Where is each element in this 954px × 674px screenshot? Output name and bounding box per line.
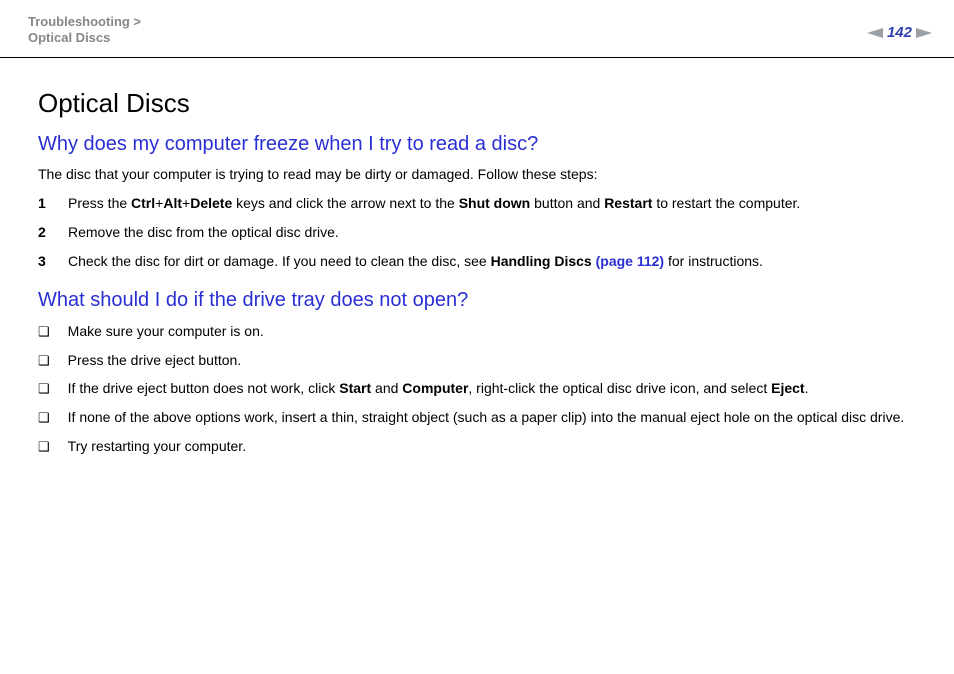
ui-label: Start: [339, 380, 371, 396]
section2-heading: What should I do if the drive tray does …: [38, 289, 916, 312]
step-text: Check the disc for dirt or damage. If yo…: [68, 252, 763, 271]
breadcrumb-line1: Troubleshooting >: [28, 14, 141, 29]
document-page: Troubleshooting > Optical Discs 142 Opti…: [0, 0, 954, 674]
list-item: ❑ If none of the above options work, ins…: [38, 408, 916, 427]
item-text: Make sure your computer is on.: [68, 322, 264, 341]
breadcrumb-line2: Optical Discs: [28, 30, 110, 45]
text-fragment: and: [371, 380, 402, 396]
step-number: 3: [38, 252, 50, 271]
bullet-box-icon: ❑: [38, 323, 50, 341]
text-fragment: for instructions.: [664, 253, 763, 269]
section2-items: ❑ Make sure your computer is on. ❑ Press…: [38, 322, 916, 456]
nav-prev-icon[interactable]: [867, 28, 883, 38]
step-number: 2: [38, 223, 50, 242]
page-number: 142: [887, 24, 912, 41]
page-content: Optical Discs Why does my computer freez…: [0, 58, 954, 456]
item-text: If the drive eject button does not work,…: [68, 379, 809, 398]
bullet-box-icon: ❑: [38, 380, 50, 398]
ui-label: Shut down: [459, 195, 531, 211]
list-item: ❑ Press the drive eject button.: [38, 351, 916, 370]
text-fragment: to restart the computer.: [652, 195, 800, 211]
ui-label: Eject: [771, 380, 804, 396]
text-fragment: Press the: [68, 195, 131, 211]
text-fragment: , right-click the optical disc drive ico…: [468, 380, 771, 396]
text-fragment: button and: [530, 195, 604, 211]
key-label: Alt: [163, 195, 182, 211]
bullet-box-icon: ❑: [38, 409, 50, 427]
page-ref-link[interactable]: (page 112): [596, 253, 664, 269]
list-item: ❑ If the drive eject button does not wor…: [38, 379, 916, 398]
section1-heading: Why does my computer freeze when I try t…: [38, 133, 916, 156]
item-text: If none of the above options work, inser…: [68, 408, 905, 427]
bullet-box-icon: ❑: [38, 352, 50, 370]
list-item: ❑ Try restarting your computer.: [38, 437, 916, 456]
item-text: Press the drive eject button.: [68, 351, 242, 370]
nav-next-icon[interactable]: [916, 28, 932, 38]
step-number: 1: [38, 194, 50, 213]
list-item: ❑ Make sure your computer is on.: [38, 322, 916, 341]
page-header: Troubleshooting > Optical Discs 142: [0, 0, 954, 58]
step-3: 3 Check the disc for dirt or damage. If …: [38, 252, 916, 271]
breadcrumb: Troubleshooting > Optical Discs: [28, 14, 934, 46]
step-1: 1 Press the Ctrl+Alt+Delete keys and cli…: [38, 194, 916, 213]
text-fragment: +: [182, 195, 190, 211]
step-2: 2 Remove the disc from the optical disc …: [38, 223, 916, 242]
page-title: Optical Discs: [38, 88, 916, 119]
ui-label: Restart: [604, 195, 652, 211]
key-label: Delete: [190, 195, 232, 211]
text-fragment: If the drive eject button does not work,…: [68, 380, 340, 396]
bullet-box-icon: ❑: [38, 438, 50, 456]
section1-steps: 1 Press the Ctrl+Alt+Delete keys and cli…: [38, 194, 916, 271]
text-fragment: Check the disc for dirt or damage. If yo…: [68, 253, 491, 269]
section1-intro: The disc that your computer is trying to…: [38, 166, 916, 182]
page-number-nav: 142: [867, 24, 932, 41]
step-text: Press the Ctrl+Alt+Delete keys and click…: [68, 194, 800, 213]
key-label: Ctrl: [131, 195, 155, 211]
text-fragment: .: [805, 380, 809, 396]
step-text: Remove the disc from the optical disc dr…: [68, 223, 339, 242]
ui-label: Computer: [402, 380, 468, 396]
text-fragment: keys and click the arrow next to the: [232, 195, 458, 211]
item-text: Try restarting your computer.: [68, 437, 246, 456]
bold-label: Handling Discs: [491, 253, 596, 269]
